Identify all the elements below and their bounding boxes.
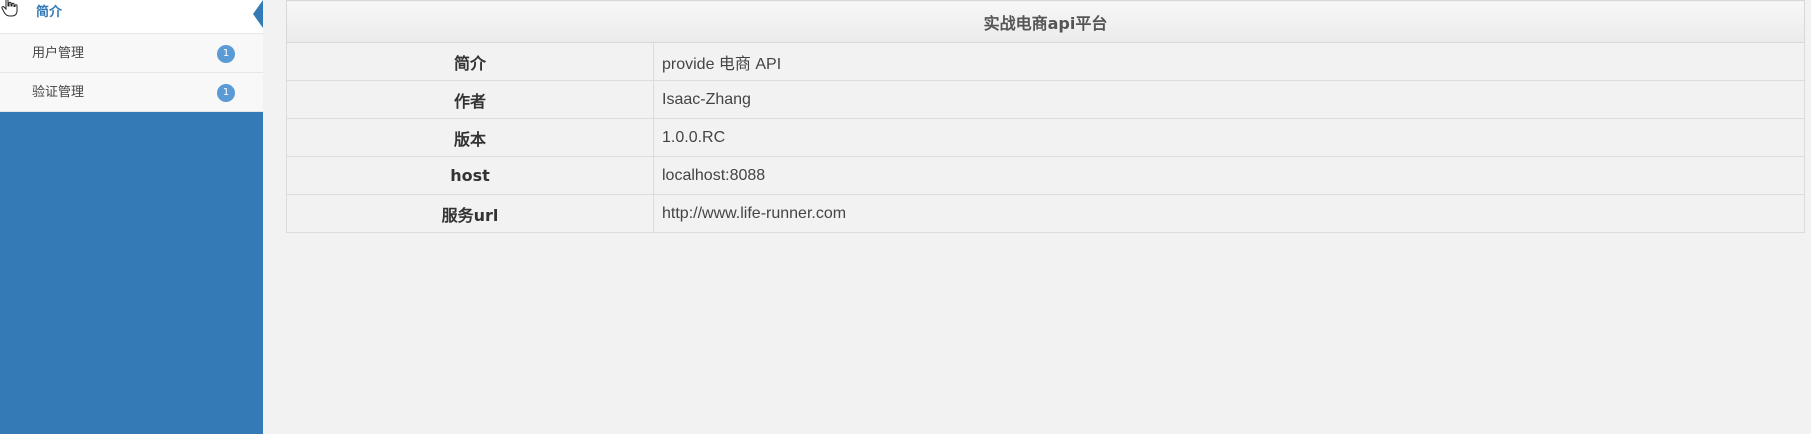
row-value: Isaac-Zhang [653, 80, 1805, 119]
api-info-table: 实战电商api平台 简介 provide 电商 API 作者 Isaac-Zha… [286, 0, 1805, 233]
sidebar-item-label: 简介 [36, 5, 63, 20]
sidebar-menu: 简介 用户管理 1 验证管理 1 [0, 0, 263, 112]
row-key: 服务url [286, 194, 654, 233]
sidebar-item-label: 验证管理 [32, 85, 85, 100]
sidebar: 简介 用户管理 1 验证管理 1 [0, 0, 263, 434]
row-key: 版本 [286, 118, 654, 157]
row-value: http://www.life-runner.com [653, 194, 1805, 233]
row-key: host [286, 156, 654, 195]
table-row: host localhost:8088 [286, 156, 1805, 195]
row-value: provide 电商 API [653, 42, 1805, 81]
table-row: 服务url http://www.life-runner.com [286, 194, 1805, 233]
count-badge: 1 [217, 84, 235, 102]
sidebar-item-intro[interactable]: 简介 [0, 0, 263, 34]
page-title: 实战电商api平台 [286, 0, 1805, 43]
sidebar-item-user-management[interactable]: 用户管理 1 [0, 34, 263, 73]
sidebar-item-label: 用户管理 [32, 46, 85, 61]
app-layout: 简介 用户管理 1 验证管理 1 实战电商api平台 简介 provide 电商… [0, 0, 1811, 434]
row-key: 简介 [286, 42, 654, 81]
row-value: 1.0.0.RC [653, 118, 1805, 157]
active-indicator-arrow [253, 0, 263, 28]
main-content: 实战电商api平台 简介 provide 电商 API 作者 Isaac-Zha… [286, 0, 1805, 233]
table-row: 版本 1.0.0.RC [286, 118, 1805, 157]
row-value: localhost:8088 [653, 156, 1805, 195]
table-row: 作者 Isaac-Zhang [286, 80, 1805, 119]
hand-pointer-icon [1, 0, 18, 17]
count-badge: 1 [217, 45, 235, 63]
sidebar-item-auth-management[interactable]: 验证管理 1 [0, 73, 263, 112]
table-row: 简介 provide 电商 API [286, 42, 1805, 81]
row-key: 作者 [286, 80, 654, 119]
